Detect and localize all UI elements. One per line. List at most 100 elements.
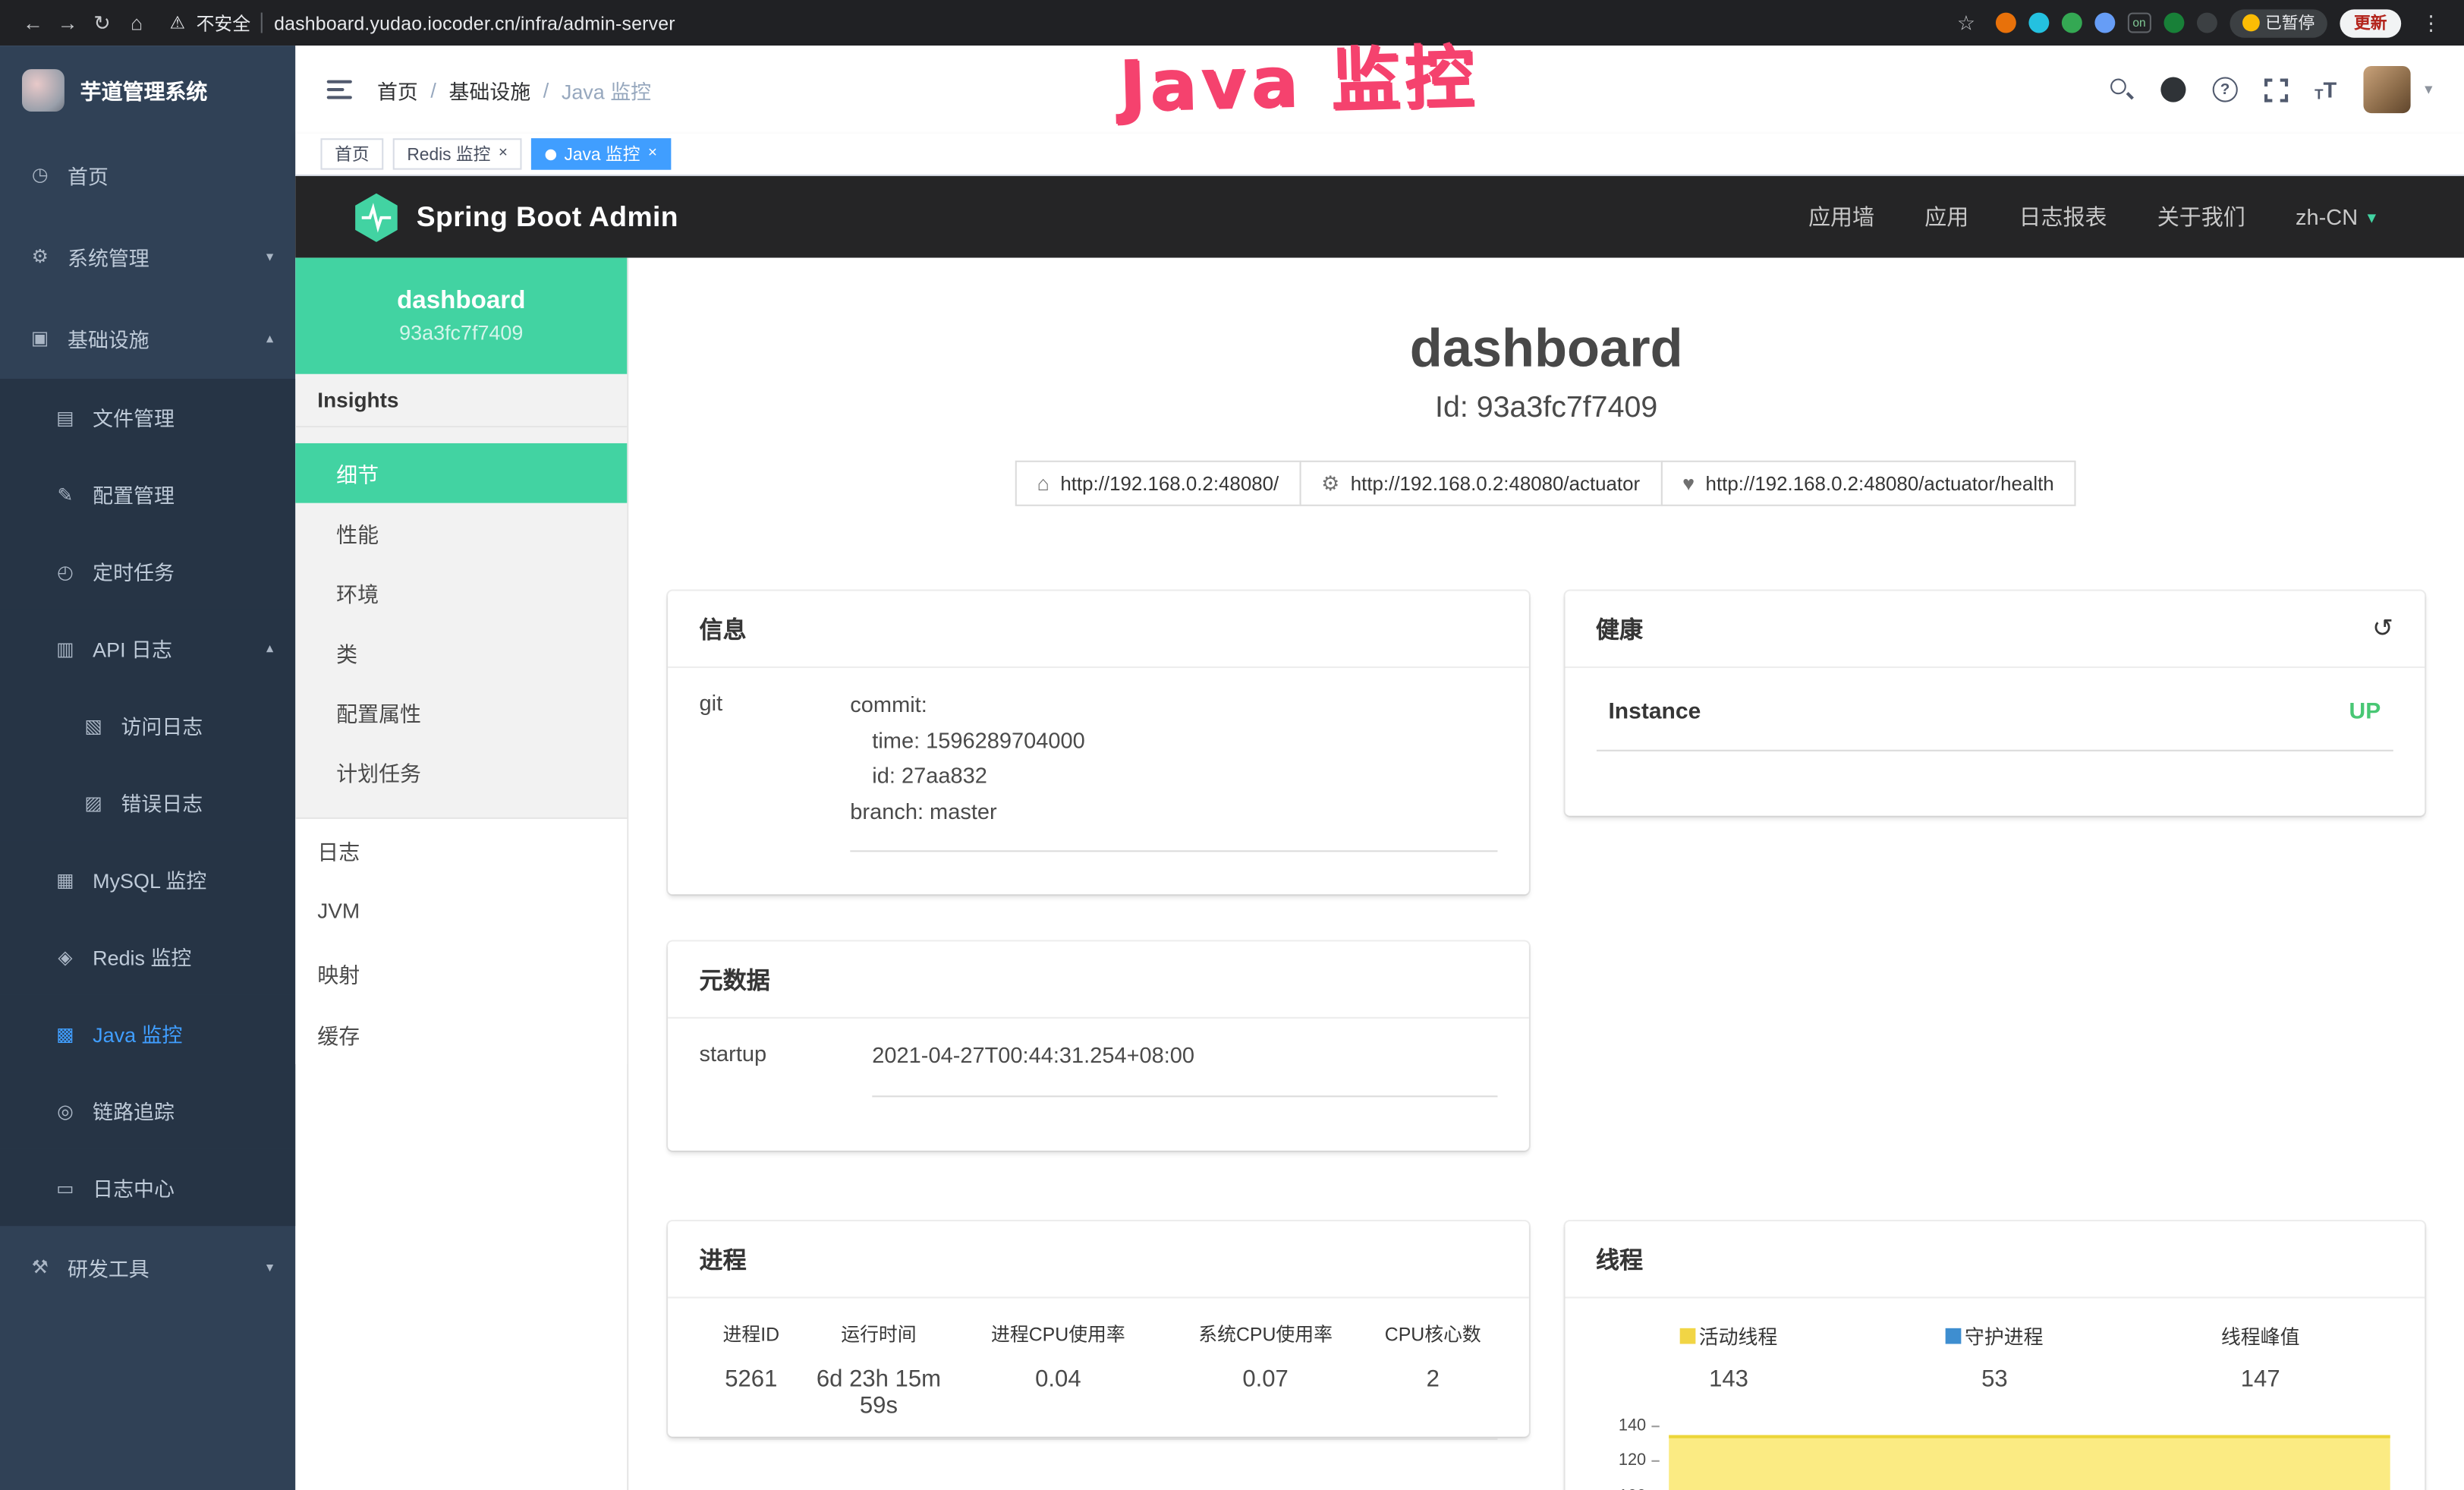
sba-item-caches[interactable]: 缓存 [295, 1003, 627, 1064]
chevron-down-icon: ▾ [266, 1258, 273, 1276]
browser-menu-icon[interactable]: ⋮ [2414, 10, 2449, 35]
extension-icon-leaf[interactable] [2163, 13, 2183, 33]
extension-icon-orange[interactable] [1996, 13, 2016, 33]
metadata-card: 元数据 startup 2021-04-27T00:44:31.254+08:0… [668, 942, 1528, 1151]
sidebar-item-label: 链路追踪 [93, 1095, 175, 1125]
sidebar-item-home[interactable]: ◷ 首页 [0, 134, 295, 216]
link-label: http://192.168.0.2:48080/ [1060, 473, 1279, 495]
info-line: commit: [850, 692, 927, 717]
sba-nav-journal[interactable]: 日志报表 [2019, 201, 2107, 232]
sba-logo-icon [355, 193, 398, 241]
instance-link-actuator[interactable]: ⚙ http://192.168.0.2:48080/actuator [1299, 461, 1662, 507]
sidebar-item-file-manage[interactable]: ▤ 文件管理 [0, 379, 295, 455]
sba-brand[interactable]: Spring Boot Admin [355, 193, 678, 241]
process-col: 运行时间 6d 23h 15m 59s [803, 1321, 955, 1419]
sba-item-metrics[interactable]: 性能 [295, 503, 627, 563]
process-col: 系统CPU使用率 0.07 [1162, 1321, 1369, 1419]
address-bar[interactable]: ⚠ 不安全 dashboard.yudao.iocoder.cn/infra/a… [170, 10, 675, 35]
user-avatar[interactable] [2363, 66, 2410, 113]
annotation-text: Java 监控 [1118, 20, 1480, 131]
sidebar-item-system[interactable]: ⚙ 系统管理 ▾ [0, 216, 295, 298]
address-divider [262, 13, 263, 33]
breadcrumb-home[interactable]: 首页 [377, 74, 418, 104]
extension-icon-blue[interactable] [2095, 13, 2116, 33]
reload-icon[interactable]: ↻ [85, 10, 120, 35]
sidebar-item-log-center[interactable]: ▭ 日志中心 [0, 1149, 295, 1226]
sidebar-item-cron-job[interactable]: ◴ 定时任务 [0, 533, 295, 610]
hamburger-icon[interactable] [327, 80, 352, 99]
redis-icon: ◈ [53, 946, 77, 968]
breadcrumb-infra[interactable]: 基础设施 [449, 74, 531, 104]
sidebar-item-error-log[interactable]: ▨ 错误日志 [0, 764, 295, 840]
history-icon[interactable]: ↺ [2372, 613, 2393, 644]
instance-header: dashboard 93a3fc7f7409 [295, 258, 627, 374]
sidebar-item-dev-tools[interactable]: ⚒ 研发工具 ▾ [0, 1226, 295, 1308]
forward-icon[interactable]: → [50, 11, 85, 34]
tab-home[interactable]: 首页 [320, 138, 383, 169]
sidebar-item-access-log[interactable]: ▧ 访问日志 [0, 687, 295, 764]
help-icon[interactable]: ? [2212, 77, 2237, 102]
sba-item-mappings[interactable]: 映射 [295, 941, 627, 1003]
metadata-key: startup [700, 1038, 873, 1097]
github-icon[interactable] [2160, 77, 2186, 102]
profile-avatar-icon [2242, 14, 2259, 32]
sidebar-item-api-log[interactable]: ▥ API 日志 ▴ [0, 610, 295, 686]
sidebar-item-trace[interactable]: ◎ 链路追踪 [0, 1072, 295, 1148]
extension-icon-green[interactable] [2062, 13, 2082, 33]
health-row-instance: Instance UP [1596, 688, 2393, 752]
sba-item-classes[interactable]: 类 [295, 622, 627, 682]
close-icon[interactable]: × [499, 146, 508, 162]
trace-icon: ◎ [53, 1100, 77, 1122]
wrench-icon: ⚙ [1321, 471, 1339, 496]
legend-swatch-blue [1946, 1328, 1962, 1344]
sba-nav-wall[interactable]: 应用墙 [1808, 201, 1874, 232]
sba-item-details[interactable]: 细节 [295, 443, 627, 503]
gear-icon: ⚙ [28, 245, 52, 267]
threads-legend: 活动线程 143 守护进程 53 [1596, 1318, 2393, 1393]
bookmark-star-icon[interactable]: ☆ [1949, 10, 1984, 35]
instance-link-health[interactable]: ♥ http://192.168.0.2:48080/actuator/heal… [1660, 461, 2076, 507]
sidebar-item-mysql-monitor[interactable]: ▦ MySQL 监控 [0, 841, 295, 918]
tab-redis-monitor[interactable]: Redis 监控 × [393, 138, 522, 169]
font-size-icon[interactable]: T T [2315, 77, 2337, 102]
process-col: CPU核心数 2 [1369, 1321, 1496, 1419]
sidebar-item-label: 首页 [68, 159, 109, 189]
process-header: 系统CPU使用率 [1162, 1321, 1369, 1347]
font-size-small: T [2315, 87, 2323, 102]
app-logo[interactable]: 芋道管理系统 [0, 46, 295, 134]
sidebar-item-java-monitor[interactable]: ▩ Java 监控 [0, 995, 295, 1072]
sba-header: Spring Boot Admin 应用墙 应用 日志报表 关于我们 zh-CN… [295, 176, 2464, 258]
instance-link-root[interactable]: ⌂ http://192.168.0.2:48080/ [1015, 461, 1301, 507]
search-icon[interactable] [2109, 77, 2134, 102]
extensions-puzzle-icon[interactable] [2196, 13, 2217, 33]
locale-select[interactable]: zh-CN ▾ [2296, 204, 2376, 229]
sidebar-item-label: API 日志 [93, 634, 172, 663]
tag-label: 首页 [335, 141, 370, 166]
back-icon[interactable]: ← [16, 11, 51, 34]
sba-nav-about[interactable]: 关于我们 [2157, 201, 2245, 232]
chevron-down-icon[interactable]: ▾ [2425, 81, 2432, 99]
sidebar-item-infra[interactable]: ▣ 基础设施 ▴ [0, 297, 295, 379]
close-icon[interactable]: × [648, 146, 657, 162]
heartbeat-icon: ♥ [1682, 472, 1695, 496]
document-icon: ▧ [82, 714, 105, 736]
sidebar-item-label: 访问日志 [121, 710, 203, 740]
sba-item-scheduled-tasks[interactable]: 计划任务 [295, 742, 627, 802]
sba-item-logs[interactable]: 日志 [295, 819, 627, 880]
tab-java-monitor[interactable]: Java 监控 × [531, 138, 672, 169]
sidebar-item-redis-monitor[interactable]: ◈ Redis 监控 [0, 918, 295, 994]
extension-on-badge[interactable]: on [2128, 13, 2151, 33]
sba-item-config-props[interactable]: 配置属性 [295, 682, 627, 742]
dashboard-icon: ◷ [28, 163, 52, 185]
home-icon[interactable]: ⌂ [119, 11, 154, 34]
extension-icon-teal[interactable] [2029, 13, 2050, 33]
sidebar-item-config-manage[interactable]: ✎ 配置管理 [0, 456, 295, 533]
document-icon: ▨ [82, 792, 105, 814]
sba-item-jvm[interactable]: JVM [295, 880, 627, 942]
profile-paused-badge[interactable]: 已暂停 [2229, 8, 2327, 36]
sba-nav-applications[interactable]: 应用 [1924, 201, 1968, 232]
fullscreen-icon[interactable] [2264, 78, 2288, 102]
sba-item-environment[interactable]: 环境 [295, 562, 627, 622]
update-button[interactable]: 更新 [2340, 8, 2401, 36]
cards-grid: 信息 git commit: time: 1596289704000 id: 2… [628, 591, 2464, 1490]
